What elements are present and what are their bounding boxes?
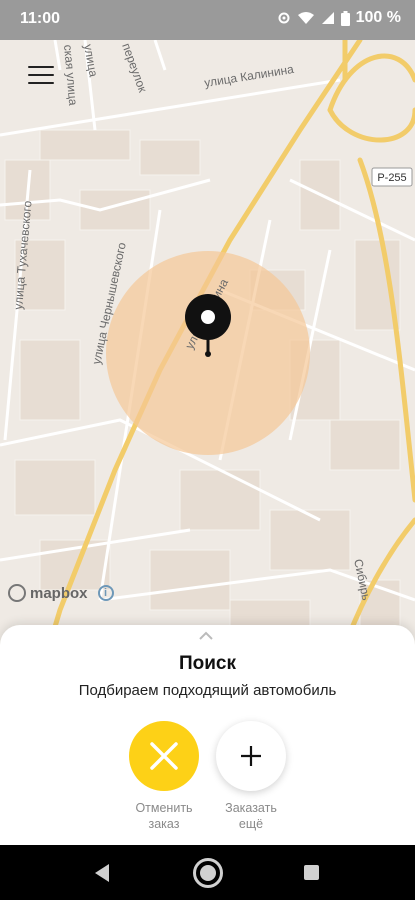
- close-icon: [150, 742, 178, 770]
- battery-percent: 100 %: [355, 9, 401, 26]
- status-time: 11:00: [20, 10, 61, 27]
- cancel-circle[interactable]: [129, 721, 199, 791]
- svg-text:Р-255: Р-255: [377, 172, 406, 184]
- wifi-icon: [297, 12, 314, 24]
- recent-apps-icon[interactable]: [304, 865, 319, 880]
- battery-icon: [340, 10, 350, 26]
- settings-gear-icon: [278, 12, 290, 24]
- sheet-title: Поиск: [178, 653, 237, 674]
- chevron-up-icon[interactable]: [199, 631, 213, 641]
- plus-icon: [241, 746, 261, 766]
- cancel-order-button[interactable]: Отменить заказ: [119, 721, 209, 832]
- road-sign-r255: Р-255: [371, 167, 413, 187]
- cancel-order-label: Отменить заказ: [135, 801, 193, 831]
- order-more-button[interactable]: Заказать ещё: [206, 721, 296, 832]
- bottom-sheet: Поиск Подбираем подходящий автомобиль От…: [0, 625, 415, 845]
- sheet-subtitle: Подбираем подходящий автомобиль: [78, 682, 337, 699]
- system-nav-bar: [0, 845, 415, 900]
- mapbox-logo-icon: [8, 584, 26, 602]
- status-bar: 11:00 100 %: [0, 0, 415, 40]
- mapbox-attribution[interactable]: mapbox i: [8, 584, 114, 602]
- home-icon[interactable]: [193, 858, 223, 888]
- map-view[interactable]: улица Калинина улица Тухачевского улица …: [0, 40, 415, 660]
- mapbox-label: mapbox: [30, 584, 88, 602]
- order-more-circle[interactable]: [216, 721, 286, 791]
- signal-icon: [321, 12, 334, 24]
- order-more-label: Заказать ещё: [225, 801, 277, 831]
- hamburger-menu-icon[interactable]: [28, 66, 54, 86]
- status-icons: 100 %: [277, 9, 401, 27]
- info-icon[interactable]: i: [97, 585, 114, 601]
- back-icon[interactable]: [95, 864, 109, 882]
